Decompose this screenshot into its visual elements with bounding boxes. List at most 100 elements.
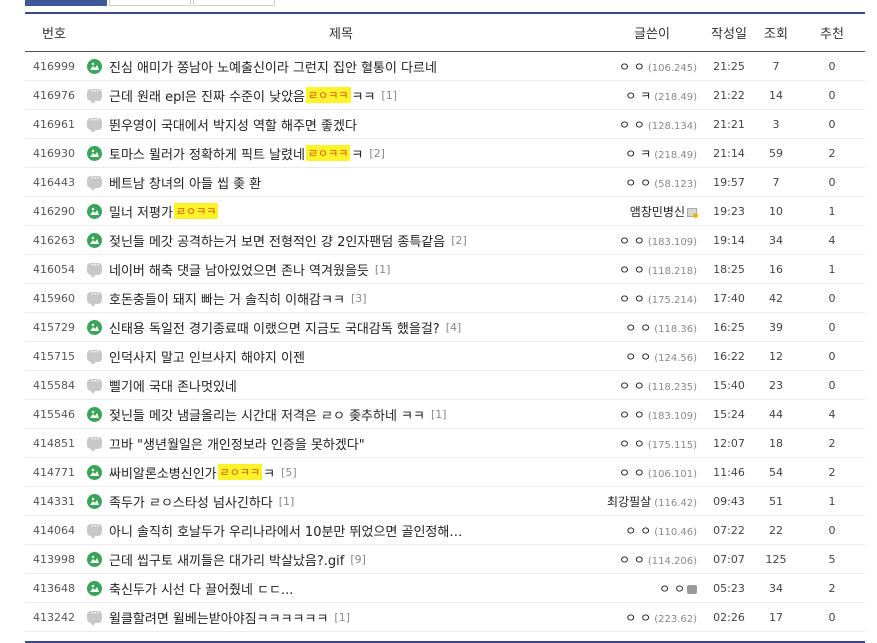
comment-count[interactable]: [1] (279, 495, 295, 508)
post-title-cell[interactable]: 윌클할려면 윌베는받아야짐ㅋㅋㅋㅋㅋㅋ [1] (83, 608, 599, 627)
post-title-cell[interactable]: 진심 애미가 쫑남아 노예출신이라 그런지 집안 혈통이 다르네 (83, 57, 599, 76)
post-title-cell[interactable]: 끄바 "생년월일은 개인정보라 인증을 못하겠다" (83, 434, 599, 453)
writer-cell[interactable]: ㅇ ㅇ (110.46) (599, 522, 705, 539)
writer-cell[interactable]: ㅇ ㅋ (218.49) (599, 145, 705, 162)
writer-name[interactable]: ㅇ ㅇ (625, 611, 651, 625)
writer-cell[interactable]: ㅇ ㅇ (118.235) (599, 377, 705, 394)
post-title-link[interactable]: 아니 솔직히 호날두가 우리나라에서 10분만 뛰었으면 골인정해… (109, 521, 462, 540)
post-title-link[interactable]: 끄바 "생년월일은 개인정보라 인증을 못하겠다" (109, 434, 365, 453)
post-title-cell[interactable]: 싸비알론소병신인가 ㄹㅇㅋㅋㅋ [5] (83, 463, 599, 482)
writer-name[interactable]: ㅇ ㅇ (619, 263, 645, 277)
post-title-link[interactable]: 젖닌들 메갓 공격하는거 보면 전형적인 걍 2인자팬덤 종특같음 (109, 231, 445, 250)
writer-cell[interactable]: ㅇ ㅇ (118.36) (599, 319, 705, 336)
writer-name[interactable]: 최강필살 (607, 495, 651, 509)
post-title-link[interactable]: 근데 씹구토 새끼들은 대가리 박살났음?.gif (109, 550, 344, 569)
writer-name[interactable]: ㅇ ㅇ (619, 234, 645, 248)
table-row[interactable]: 413242 윌클할려면 윌베는받아야짐ㅋㅋㅋㅋㅋㅋ [1] ㅇ ㅇ(223.62) 0… (25, 603, 865, 632)
post-title-cell[interactable]: 젖닌들 메갓 냄글올리는 시간대 저격은 ㄹㅇ 좆추하네 ㅋㅋ [1] (83, 405, 599, 424)
writer-cell[interactable]: ㅇ ㅇ (58.123) (599, 174, 705, 191)
table-row[interactable]: 416290 밀너 저평가 ㄹㅇㅋㅋ 앰창민병신 19:23 10 1 (25, 197, 865, 226)
table-row[interactable]: 414331 족두가 ㄹㅇ스타성 넘사긴하다 [1] 최강필살 (116.42) 09:4… (25, 487, 865, 516)
post-title-link[interactable]: 인덕사지 말고 인브사지 해야지 이젠 (109, 347, 305, 366)
post-title-link[interactable]: 족두가 ㄹㅇ스타성 넘사긴하다 (109, 492, 273, 511)
writer-cell[interactable]: ㅇ ㅇ (175.214) (599, 290, 705, 307)
writer-name[interactable]: ㅇ ㅇ (619, 408, 645, 422)
writer-name[interactable]: ㅇ ㅇ (619, 379, 645, 393)
comment-count[interactable]: [1] (381, 89, 397, 102)
post-title-cell[interactable]: 근데 씹구토 새끼들은 대가리 박살났음?.gif [9] (83, 550, 599, 569)
post-title-link[interactable]: 네이버 해축 댓글 남아있었으면 존나 역겨웠을듯 (109, 260, 369, 279)
tab-active[interactable] (25, 0, 107, 6)
post-title-cell[interactable]: 축신두가 시선 다 끌어줬네 ㄷㄷ... (83, 579, 599, 598)
tab-3[interactable] (193, 0, 275, 6)
writer-name[interactable]: ㅇ ㅇ (625, 524, 651, 538)
table-row[interactable]: 414771 싸비알론소병신인가 ㄹㅇㅋㅋㅋ [5] ㅇ ㅇ (106.101) 11:46… (25, 458, 865, 487)
writer-name[interactable]: ㅇ ㅋ (625, 147, 651, 161)
table-row[interactable]: 415729 신태용 독일전 경기종료때 이랬으면 지금도 국대감독 했을걸? [4… (25, 313, 865, 342)
table-row[interactable]: 415960 호돈충들이 돼지 빠는 거 솔직히 이해감ㅋㅋ [3] ㅇ ㅇ(175.… (25, 284, 865, 313)
comment-count[interactable]: [4] (446, 321, 462, 334)
writer-cell[interactable]: ㅇ ㅇ (124.56) (599, 348, 705, 365)
writer-cell[interactable]: ㅇ ㅇ (175.115) (599, 435, 705, 452)
post-title-cell[interactable]: 신태용 독일전 경기종료때 이랬으면 지금도 국대감독 했을걸? [4] (83, 318, 599, 337)
post-title-link[interactable]: 진심 애미가 쫑남아 노예출신이라 그런지 집안 혈통이 다르네 (109, 57, 437, 76)
post-title-link[interactable]: 호돈충들이 돼지 빠는 거 솔직히 이해감ㅋㅋ (109, 289, 345, 308)
writer-name[interactable]: ㅇ ㅇ (619, 118, 645, 132)
post-title-link[interactable]: 토마스 뮐러가 정확하게 픽트 날렸네 (109, 144, 305, 163)
post-title-cell[interactable]: 뛴우영이 국대에서 박지성 역할 해주면 좋겠다 (83, 115, 599, 134)
post-title-link[interactable]: 젖닌들 메갓 냄글올리는 시간대 저격은 ㄹㅇ 좆추하네 ㅋㅋ (109, 405, 425, 424)
post-title-link[interactable]: 신태용 독일전 경기종료때 이랬으면 지금도 국대감독 했을걸? (109, 318, 440, 337)
post-title-link[interactable]: 축신두가 시선 다 끌어줬네 ㄷㄷ... (109, 579, 293, 598)
comment-count[interactable]: [1] (431, 408, 447, 421)
post-title-cell[interactable]: 인덕사지 말고 인브사지 해야지 이젠 (83, 347, 599, 366)
table-row[interactable]: 416961 뛴우영이 국대에서 박지성 역할 해주면 좋겠다 ㅇ ㅇ(128.13… (25, 110, 865, 139)
post-title-link[interactable]: 베트남 창녀의 아들 씹 좆 환 (109, 173, 261, 192)
table-row[interactable]: 414851 끄바 "생년월일은 개인정보라 인증을 못하겠다" ㅇ ㅇ(175.1… (25, 429, 865, 458)
writer-cell[interactable]: 앰창민병신 (599, 203, 705, 220)
writer-name[interactable]: ㅇ ㅇ (619, 466, 645, 480)
writer-name[interactable]: ㅇ ㅇ (619, 437, 645, 451)
table-row[interactable]: 416443 베트남 창녀의 아들 씹 좆 환 ㅇ ㅇ(58.123) 19:57 7 0 (25, 168, 865, 197)
writer-cell[interactable]: ㅇ ㅇ (114.206) (599, 551, 705, 568)
writer-cell[interactable]: ㅇ ㅇ (106.245) (599, 58, 705, 75)
post-title-link[interactable]: 근데 원래 epl은 진짜 수준이 낮았음 (109, 86, 305, 105)
writer-name[interactable]: ㅇ ㅇ (619, 553, 645, 567)
post-title-cell[interactable]: 네이버 해축 댓글 남아있었으면 존나 역겨웠을듯 [1] (83, 260, 599, 279)
table-row[interactable]: 416263 젖닌들 메갓 공격하는거 보면 전형적인 걍 2인자팬덤 종특같음 [… (25, 226, 865, 255)
writer-cell[interactable]: ㅇ ㅇ (599, 580, 705, 597)
writer-name[interactable]: ㅇ ㅇ (659, 582, 685, 596)
table-row[interactable]: 416976 근데 원래 epl은 진짜 수준이 낮았음ㄹㅇㅋㅋㅋㅋ [1] ㅇ ㅋ(… (25, 81, 865, 110)
table-row[interactable]: 415584 삘기에 국대 존나멋있네 ㅇ ㅇ(118.235) 15:40 23 0 (25, 371, 865, 400)
table-row[interactable]: 416054 네이버 해축 댓글 남아있었으면 존나 역겨웠을듯 [1] ㅇ ㅇ(11… (25, 255, 865, 284)
table-row[interactable]: 413998 근데 씹구토 새끼들은 대가리 박살났음?.gif [9] ㅇ ㅇ (11… (25, 545, 865, 574)
table-row[interactable]: 416999 진심 애미가 쫑남아 노예출신이라 그런지 집안 혈통이 다르네 ㅇ … (25, 52, 865, 81)
post-title-cell[interactable]: 족두가 ㄹㅇ스타성 넘사긴하다 [1] (83, 492, 599, 511)
comment-count[interactable]: [1] (334, 611, 350, 624)
comment-count[interactable]: [2] (451, 234, 467, 247)
writer-cell[interactable]: ㅇ ㅇ (183.109) (599, 406, 705, 423)
post-title-cell[interactable]: 호돈충들이 돼지 빠는 거 솔직히 이해감ㅋㅋ [3] (83, 289, 599, 308)
writer-cell[interactable]: ㅇ ㅋ (218.49) (599, 87, 705, 104)
writer-name[interactable]: 앰창민병신 (630, 205, 685, 219)
writer-cell[interactable]: ㅇ ㅇ (183.109) (599, 232, 705, 249)
comment-count[interactable]: [1] (375, 263, 391, 276)
table-row[interactable]: 416930 토마스 뮐러가 정확하게 픽트 날렸네 ㄹㅇㅋㅋㅋ [2] ㅇ ㅋ (218… (25, 139, 865, 168)
post-title-link[interactable]: 뛴우영이 국대에서 박지성 역할 해주면 좋겠다 (109, 115, 357, 134)
post-title-cell[interactable]: 젖닌들 메갓 공격하는거 보면 전형적인 걍 2인자팬덤 종특같음 [2] (83, 231, 599, 250)
post-title-link[interactable]: 윌클할려면 윌베는받아야짐ㅋㅋㅋㅋㅋㅋ (109, 608, 328, 627)
post-title-cell[interactable]: 밀너 저평가 ㄹㅇㅋㅋ (83, 202, 599, 221)
writer-cell[interactable]: ㅇ ㅇ (106.101) (599, 464, 705, 481)
comment-count[interactable]: [2] (369, 147, 385, 160)
writer-cell[interactable]: ㅇ ㅇ (128.134) (599, 116, 705, 133)
table-row[interactable]: 415546 젖닌들 메갓 냄글올리는 시간대 저격은 ㄹㅇ 좆추하네 ㅋㅋ [1]… (25, 400, 865, 429)
writer-cell[interactable]: 최강필살 (116.42) (599, 493, 705, 510)
post-title-link[interactable]: 삘기에 국대 존나멋있네 (109, 376, 237, 395)
writer-name[interactable]: ㅇ ㅇ (619, 292, 645, 306)
table-row[interactable]: 414064 아니 솔직히 호날두가 우리나라에서 10분만 뛰었으면 골인정해…… (25, 516, 865, 545)
post-title-cell[interactable]: 아니 솔직히 호날두가 우리나라에서 10분만 뛰었으면 골인정해… (83, 521, 599, 540)
post-title-cell[interactable]: 토마스 뮐러가 정확하게 픽트 날렸네 ㄹㅇㅋㅋㅋ [2] (83, 144, 599, 163)
table-row[interactable]: 413648 축신두가 시선 다 끌어줬네 ㄷㄷ... ㅇ ㅇ 05:23 34 2 (25, 574, 865, 603)
writer-name[interactable]: ㅇ ㅇ (619, 60, 645, 74)
comment-count[interactable]: [3] (351, 292, 367, 305)
post-title-link[interactable]: 싸비알론소병신인가 (109, 463, 217, 482)
